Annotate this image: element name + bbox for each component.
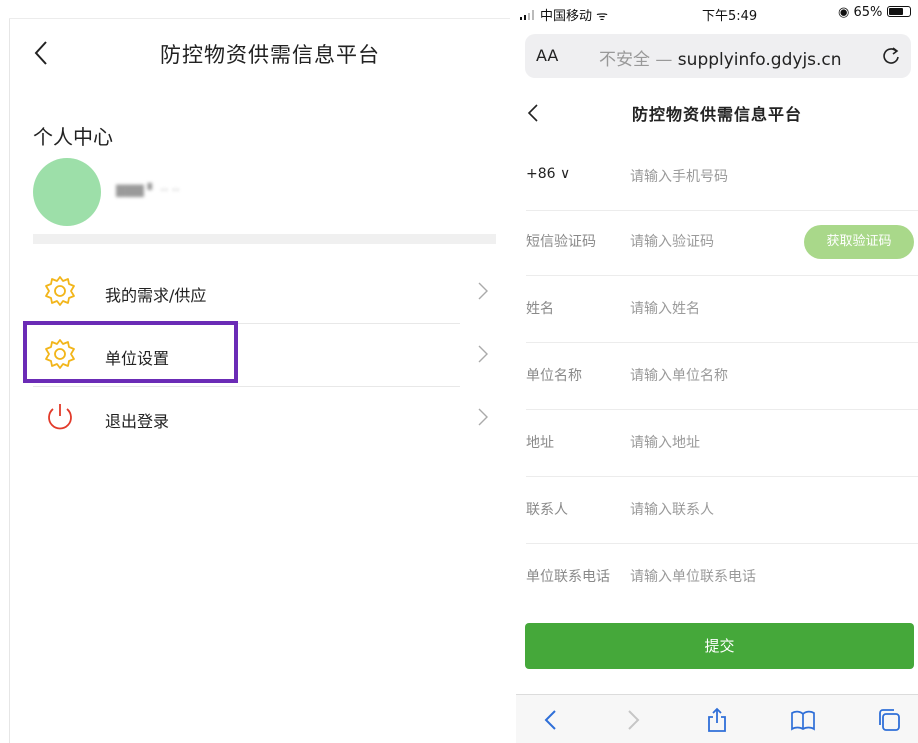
section-title: 个人中心: [33, 125, 113, 149]
highlight-box: [23, 321, 238, 383]
menu-item-label: 我的需求/供应: [105, 286, 207, 305]
battery-indicator: ◉ 65%: [838, 5, 911, 20]
unit-name-input[interactable]: 请输入单位名称: [630, 365, 728, 385]
panel-edge: [9, 18, 10, 743]
status-bar: 中国移动 ᯤ 下午5:49 ◉ 65%: [516, 0, 918, 28]
chevron-right-icon: [476, 280, 490, 302]
back-icon[interactable]: [30, 38, 54, 68]
field-label: 单位名称: [526, 368, 582, 384]
back-icon[interactable]: [538, 707, 564, 733]
chevron-right-icon: [476, 343, 490, 365]
row-divider: [33, 386, 460, 387]
page-title: 防控物资供需信息平台: [160, 43, 380, 67]
insecure-label: 不安全 —: [599, 50, 673, 70]
menu-item-my-demand-supply[interactable]: 我的需求/供应: [33, 262, 496, 324]
bookmarks-icon[interactable]: [790, 707, 816, 733]
carrier-label: 中国移动 ᯤ: [540, 9, 609, 24]
form-row-name[interactable]: 姓名 请输入姓名: [526, 276, 918, 343]
reload-icon[interactable]: [880, 45, 902, 67]
menu-item-logout[interactable]: 退出登录: [33, 388, 496, 450]
form-row-unit-phone[interactable]: 单位联系电话 请输入单位联系电话: [526, 544, 918, 611]
domain-label: supplyinfo.gdyjs.cn: [672, 50, 842, 70]
field-label: 姓名: [526, 301, 554, 317]
field-label: 短信验证码: [526, 234, 596, 250]
battery-icon: [886, 6, 911, 17]
page-title: 防控物资供需信息平台: [632, 105, 803, 124]
registration-phone-screen: 中国移动 ᯤ 下午5:49 ◉ 65% AA 不安全 — supplyinfo.…: [516, 0, 918, 743]
sms-code-input[interactable]: 请输入验证码: [630, 231, 714, 251]
reader-text-size-button[interactable]: AA: [536, 46, 558, 65]
country-code-select[interactable]: +86 ∨: [526, 166, 570, 182]
url-text[interactable]: 不安全 — supplyinfo.gdyjs.cn: [599, 45, 842, 70]
forward-icon[interactable]: [620, 707, 646, 733]
user-name: ▇▇▇ ▘ ·· ··: [116, 183, 180, 197]
back-icon[interactable]: [526, 102, 540, 124]
signal-icon: [520, 9, 536, 24]
chevron-right-icon: [476, 406, 490, 428]
browser-toolbar: [516, 694, 918, 743]
phone-input[interactable]: 请输入手机号码: [630, 166, 728, 186]
name-input[interactable]: 请输入姓名: [630, 298, 700, 318]
personal-center-panel: 防控物资供需信息平台 个人中心 ▇▇▇ ▘ ·· ·· 我的需求/供应 单位设置: [0, 0, 510, 743]
wifi-icon: ᯤ: [596, 9, 609, 24]
unit-phone-input[interactable]: 请输入单位联系电话: [630, 566, 756, 586]
field-label: 单位联系电话: [526, 569, 610, 585]
field-label: 联系人: [526, 502, 568, 518]
form-row-contact[interactable]: 联系人 请输入联系人: [526, 477, 918, 544]
power-icon: [43, 400, 77, 434]
avatar[interactable]: [33, 158, 101, 226]
get-code-button[interactable]: 获取验证码: [804, 225, 914, 259]
contact-input[interactable]: 请输入联系人: [630, 499, 714, 519]
field-label: 地址: [526, 435, 554, 451]
gear-icon: [43, 274, 77, 308]
form-row-unit-name[interactable]: 单位名称 请输入单位名称: [526, 343, 918, 410]
submit-button[interactable]: 提交: [525, 623, 914, 669]
form-row-address[interactable]: 地址 请输入地址: [526, 410, 918, 477]
tabs-icon[interactable]: [876, 707, 902, 733]
menu-item-label: 退出登录: [105, 412, 170, 431]
status-time: 下午5:49: [702, 9, 758, 24]
panel-top-divider: [9, 18, 510, 19]
share-icon[interactable]: [704, 707, 730, 733]
address-input[interactable]: 请输入地址: [630, 432, 700, 452]
address-bar[interactable]: AA 不安全 — supplyinfo.gdyjs.cn: [525, 34, 911, 78]
section-separator: [33, 234, 496, 244]
form-row-phone[interactable]: +86 ∨ 请输入手机号码: [526, 144, 918, 211]
